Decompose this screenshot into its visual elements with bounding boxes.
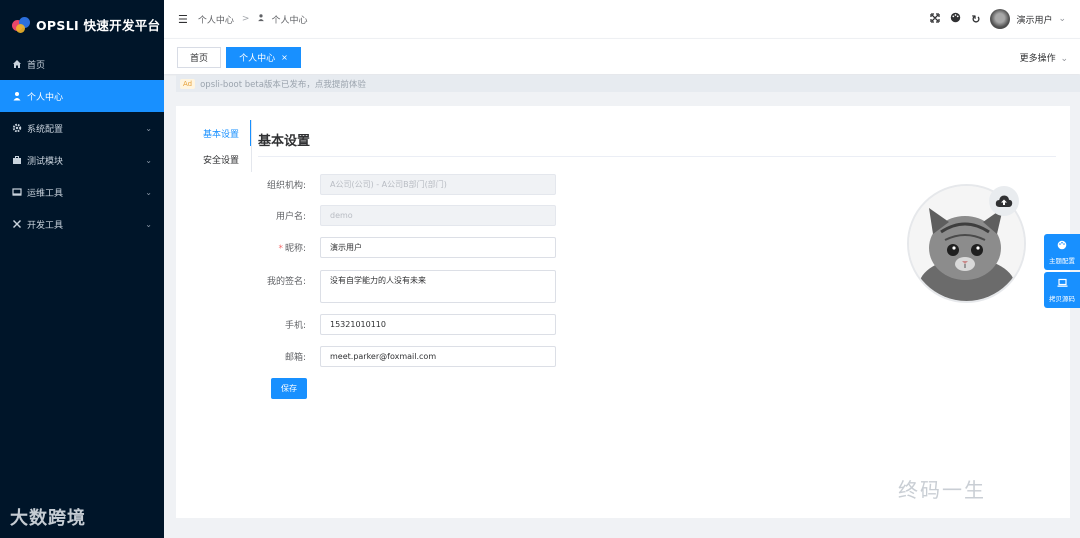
refresh-icon[interactable]: ↻ [971,13,980,26]
phone-label: 手机: [284,321,306,331]
tools-icon [12,219,22,229]
signature-label: 我的签名: [266,277,306,287]
chevron-down-icon[interactable]: ⌄ [1058,14,1066,24]
user-icon [12,91,22,101]
sidebar-item-label: 开发工具 [27,220,64,231]
chevron-down-icon: ⌄ [1060,54,1068,64]
form-row-phone: 手机: 15321010110 [258,314,556,335]
float-label: 主题配置 [1049,256,1075,265]
form-row-email: 邮箱: meet.parker@foxmail.com [258,346,556,367]
sidebar-item-label: 测试模块 [27,156,64,167]
sidebar-item-label: 首页 [27,60,46,71]
org-label: 组织机构: [266,181,306,191]
divider [258,156,1056,157]
sidebar-item-label: 个人中心 [27,92,64,103]
form-row-username: 用户名: demo [258,205,556,226]
float-label: 拷贝源码 [1049,294,1075,303]
save-button[interactable]: 保存 [271,378,307,399]
form-row-nickname: * 昵称: 演示用户 [258,237,556,258]
theme-config-button[interactable]: 主题配置 [1044,234,1080,270]
org-field: A公司(公司) - A公司B部门(部门) [320,174,556,195]
laptop-icon [1057,278,1068,291]
home-icon [12,59,22,69]
tab-label: 个人中心 [239,54,276,64]
header-tools: ↻ 演示用户 ⌄ [930,0,1066,38]
form-row-org: 组织机构: A公司(公司) - A公司B部门(部门) [258,174,556,195]
nickname-label-text: 昵称: [284,244,306,254]
tab-label: 基本设置 [203,129,240,140]
more-actions-label: 更多操作 [1019,54,1056,64]
profile-card: 基本设置 安全设置 基本设置 组织机构: A公司(公司) - A公司B部门(部门… [176,106,1070,518]
watermark: 大数跨境 [10,508,86,529]
fullscreen-icon[interactable] [930,12,940,26]
tab-basic-settings[interactable]: 基本设置 [176,120,252,146]
watermark: 终码一生 [898,478,986,502]
copy-source-button[interactable]: 拷贝源码 [1044,272,1080,308]
tab-profile[interactable]: 个人中心 × [226,47,301,68]
sidebar-item-home[interactable]: 首页 [0,48,164,80]
sidebar-item-label: 运维工具 [27,188,64,199]
page-title: 基本设置 [258,134,311,149]
more-actions-dropdown[interactable]: 更多操作 ⌄ [1020,51,1068,64]
logo-icon [12,15,30,33]
divider [251,120,252,172]
top-bar: ☰ 个人中心 > 个人中心 ↻ 演示用户 ⌄ [164,0,1080,38]
chevron-down-icon: ⌄ [145,155,152,165]
announcement-text[interactable]: opsli-boot beta版本已发布，点我提前体验 [200,78,366,90]
username-field: demo [320,205,556,226]
palette-icon [1057,240,1067,253]
avatar[interactable] [990,9,1011,29]
sidebar: OPSLI 快速开发平台 首页 个人中心 系统配置 ⌄ 测试模块 ⌄ 运维工具 … [0,0,164,538]
breadcrumb-item[interactable]: 个人中心 [198,13,234,26]
nickname-field[interactable]: 演示用户 [320,237,556,258]
sidebar-item-dev-tools[interactable]: 开发工具 ⌄ [0,208,164,240]
app-logo[interactable]: OPSLI 快速开发平台 [0,0,164,48]
sidebar-item-ops-tools[interactable]: 运维工具 ⌄ [0,176,164,208]
email-field[interactable]: meet.parker@foxmail.com [320,346,556,367]
ad-badge: Ad [180,78,196,89]
gear-icon [12,123,22,133]
chevron-down-icon: ⌄ [145,123,152,133]
sidebar-item-profile[interactable]: 个人中心 [0,80,164,112]
tab-security-settings[interactable]: 安全设置 [176,146,252,172]
briefcase-icon [12,155,22,165]
sidebar-item-system-config[interactable]: 系统配置 ⌄ [0,112,164,144]
floating-toolbar: 主题配置 拷贝源码 [1044,234,1080,310]
user-icon [257,13,265,25]
announcement-bar[interactable]: Ad opsli-boot beta版本已发布，点我提前体验 [176,75,1080,92]
cloud-upload-icon[interactable] [989,186,1019,216]
menu-toggle-icon[interactable]: ☰ [178,13,188,26]
chevron-down-icon: ⌄ [145,187,152,197]
monitor-icon [12,187,22,197]
breadcrumb: ☰ 个人中心 > 个人中心 [178,13,307,26]
email-label: 邮箱: [284,353,306,363]
user-name[interactable]: 演示用户 [1016,13,1052,26]
breadcrumb-separator: > [241,14,250,24]
phone-field[interactable]: 15321010110 [320,314,556,335]
username-label: 用户名: [275,212,306,222]
breadcrumb-item: 个人中心 [271,15,308,26]
sidebar-item-test-module[interactable]: 测试模块 ⌄ [0,144,164,176]
form-row-signature: 我的签名: 没有自学能力的人没有未来 [258,270,556,303]
sidebar-item-label: 系统配置 [27,124,64,135]
tab-label: 安全设置 [203,155,240,166]
nickname-label: * 昵称: [258,241,310,254]
chevron-down-icon: ⌄ [145,219,152,229]
app-title: OPSLI 快速开发平台 [36,17,161,33]
palette-icon[interactable] [950,12,961,26]
signature-field[interactable]: 没有自学能力的人没有未来 [320,270,556,303]
tab-home[interactable]: 首页 [177,47,221,68]
settings-menu: 基本设置 安全设置 [176,120,252,172]
tab-label: 首页 [189,54,208,64]
tags-view: 首页 个人中心 × 更多操作 ⌄ [164,38,1080,74]
close-icon[interactable]: × [281,53,288,62]
required-mark: * [278,244,283,254]
